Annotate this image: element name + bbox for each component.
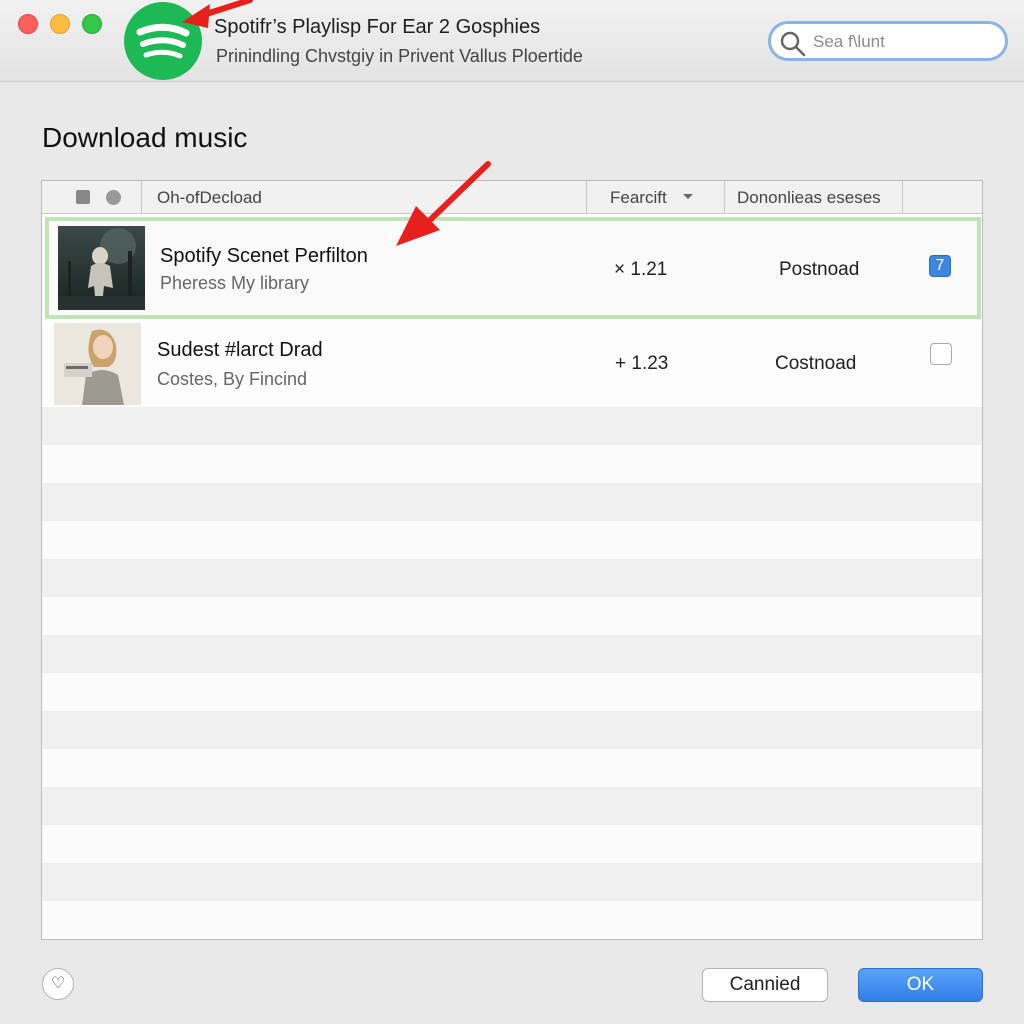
search-icon: [780, 31, 806, 57]
maximize-window-button[interactable]: [82, 14, 102, 34]
select-checkbox[interactable]: [930, 343, 952, 365]
header-downloads-column[interactable]: Dononlieas eseses: [725, 181, 903, 214]
window-title: Spotifr’s Playlisp For Ear 2 Gosphies: [214, 16, 541, 38]
help-button[interactable]: ♡: [42, 968, 74, 1000]
sort-caret-icon: [683, 194, 693, 199]
cancel-button[interactable]: Cannied: [702, 968, 828, 1002]
album-art-image: [54, 323, 141, 405]
header-icons-column[interactable]: [42, 181, 142, 214]
download-status: Postnoad: [779, 259, 860, 280]
track-value: × 1.21: [614, 259, 668, 280]
tracks-table: Oh-ofDecload Fearcift Dononlieas eseses: [41, 180, 983, 940]
spotify-logo-icon: [124, 2, 202, 80]
search-input[interactable]: [813, 29, 993, 55]
header-downloads-label: Dononlieas eseses: [737, 188, 881, 207]
track-value: + 1.23: [615, 353, 669, 374]
close-window-button[interactable]: [18, 14, 38, 34]
search-field[interactable]: [768, 21, 1008, 61]
header-feature-column[interactable]: Fearcift: [587, 181, 725, 214]
header-name-column[interactable]: Oh-ofDecload: [142, 181, 587, 214]
ok-button[interactable]: OK: [858, 968, 983, 1002]
window-subtitle: Prinindling Chvstgiy in Privent Vallus P…: [216, 46, 583, 66]
select-checkbox[interactable]: 7: [929, 255, 951, 277]
title-bar: Spotifr’s Playlisp For Ear 2 Gosphies Pr…: [0, 0, 1024, 82]
download-status: Costnoad: [775, 353, 857, 374]
track-subtitle: Pheress My library: [160, 273, 310, 293]
minimize-window-button[interactable]: [50, 14, 70, 34]
artwork-column-icon: [76, 190, 90, 204]
track-subtitle: Costes, By Fincind: [157, 369, 308, 389]
table-row[interactable]: Spotify Scenet Perfilton Pheress My libr…: [45, 217, 981, 319]
status-column-icon: [106, 190, 121, 205]
table-empty-rows: [42, 407, 982, 937]
table-row[interactable]: Sudest #larct Drad Costes, By Fincind + …: [42, 321, 982, 407]
header-name-label: Oh-ofDecload: [157, 188, 262, 207]
header-select-column[interactable]: [903, 181, 982, 214]
header-feature-label: Fearcift: [610, 188, 667, 207]
track-title: Sudest #larct Drad: [157, 339, 323, 361]
track-title: Spotify Scenet Perfilton: [160, 245, 368, 267]
dialog-heading: Download music: [42, 122, 248, 153]
album-art-image: [58, 226, 145, 310]
table-header: Oh-ofDecload Fearcift Dononlieas eseses: [42, 181, 982, 214]
